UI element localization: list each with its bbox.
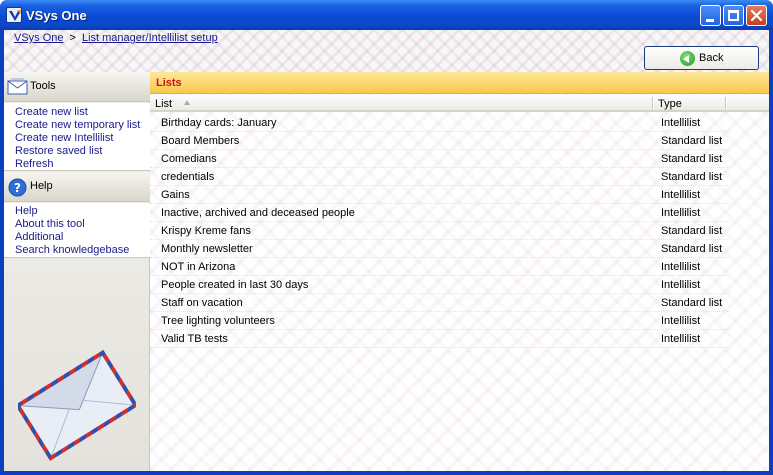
refresh-link[interactable]: Refresh xyxy=(4,158,150,171)
help-panel-header[interactable]: ? Help xyxy=(4,172,150,202)
list-type-cell: Standard list xyxy=(661,171,723,183)
table-row[interactable]: Birthday cards: January Intellilist xyxy=(150,114,730,132)
header-strip: VSys One > List manager/Intellilist setup … xyxy=(4,30,769,72)
list-name-cell: Gains xyxy=(161,189,190,201)
column-divider[interactable] xyxy=(725,97,727,109)
title-bar[interactable]: VSys One xyxy=(0,0,773,30)
breadcrumb-home-link[interactable]: VSys One xyxy=(14,32,64,44)
back-button[interactable]: Back xyxy=(644,46,759,70)
list-name-cell: Krispy Kreme fans xyxy=(161,225,251,237)
envelope-icon xyxy=(7,78,28,95)
column-header-type[interactable]: Type xyxy=(658,98,682,110)
lists-table: Birthday cards: January Intellilist Board … xyxy=(150,114,730,348)
list-name-cell: People created in last 30 days xyxy=(161,279,309,291)
search-knowledgebase-link[interactable]: Search knowledgebase xyxy=(4,244,150,257)
create-new-temporary-list-link[interactable]: Create new temporary list xyxy=(4,119,150,132)
window-title: VSys One xyxy=(26,8,87,23)
help-link[interactable]: Help xyxy=(4,205,150,218)
table-row[interactable]: NOT in Arizona Intellilist xyxy=(150,258,730,276)
lists-section-header: Lists xyxy=(150,72,769,94)
table-row[interactable]: Monthly newsletter Standard list xyxy=(150,240,730,258)
tools-panel-header[interactable]: Tools xyxy=(4,72,150,102)
create-new-list-link[interactable]: Create new list xyxy=(4,106,150,119)
list-type-cell: Intellilist xyxy=(661,207,701,219)
list-name-cell: credentials xyxy=(161,171,215,183)
table-row[interactable]: credentials Standard list xyxy=(150,168,730,186)
help-panel-title: Help xyxy=(30,180,53,192)
about-this-tool-link[interactable]: About this tool xyxy=(4,218,150,231)
list-name-cell: Valid TB tests xyxy=(161,333,228,345)
breadcrumb: VSys One > List manager/Intellilist setup xyxy=(14,32,218,44)
list-type-cell: Intellilist xyxy=(661,315,701,327)
close-icon[interactable] xyxy=(746,5,767,26)
sort-ascending-icon xyxy=(184,100,190,105)
list-name-cell: NOT in Arizona xyxy=(161,261,236,273)
lists-section-title: Lists xyxy=(156,77,182,89)
list-name-cell: Tree lighting volunteers xyxy=(161,315,275,327)
create-new-intellilist-link[interactable]: Create new Intellilist xyxy=(4,132,150,145)
help-panel: Help About this tool Additional Search k… xyxy=(4,203,150,258)
lists-column-header: List Type xyxy=(150,95,769,112)
table-row[interactable]: Tree lighting volunteers Intellilist xyxy=(150,312,730,330)
list-type-cell: Intellilist xyxy=(661,333,701,345)
back-arrow-icon xyxy=(680,51,695,66)
column-divider[interactable] xyxy=(652,97,654,109)
main-content: Lists List Type Birthday cards: January I… xyxy=(150,72,769,471)
app-logo-icon[interactable] xyxy=(6,7,22,23)
list-type-cell: Intellilist xyxy=(661,189,701,201)
list-name-cell: Birthday cards: January xyxy=(161,117,277,129)
tools-panel: Create new list Create new temporary lis… xyxy=(4,103,150,171)
table-row[interactable]: People created in last 30 days Intellilis… xyxy=(150,276,730,294)
list-type-cell: Standard list xyxy=(661,243,723,255)
table-row[interactable]: Krispy Kreme fans Standard list xyxy=(150,222,730,240)
table-row[interactable]: Board Members Standard list xyxy=(150,132,730,150)
list-name-cell: Inactive, archived and deceased people xyxy=(161,207,355,219)
table-row[interactable]: Valid TB tests Intellilist xyxy=(150,330,730,348)
list-name-cell: Staff on vacation xyxy=(161,297,243,309)
list-type-cell: Intellilist xyxy=(661,117,701,129)
list-type-cell: Standard list xyxy=(661,153,723,165)
list-name-cell: Board Members xyxy=(161,135,240,147)
sidebar: Tools Create new list Create new tempora… xyxy=(4,72,150,471)
list-name-cell: Comedians xyxy=(161,153,217,165)
maximize-icon[interactable] xyxy=(723,5,744,26)
restore-saved-list-link[interactable]: Restore saved list xyxy=(4,145,150,158)
tools-panel-title: Tools xyxy=(30,80,56,92)
list-name-cell: Monthly newsletter xyxy=(161,243,253,255)
list-type-cell: Intellilist xyxy=(661,261,701,273)
breadcrumb-current-link[interactable]: List manager/Intellilist setup xyxy=(82,32,218,44)
table-row[interactable]: Comedians Standard list xyxy=(150,150,730,168)
app-window: VSys One VSys One > List manager/Intellili… xyxy=(0,0,773,475)
help-icon: ? xyxy=(8,178,27,197)
list-type-cell: Standard list xyxy=(661,297,723,309)
column-header-list[interactable]: List xyxy=(155,98,172,110)
list-type-cell: Intellilist xyxy=(661,279,701,291)
back-button-label: Back xyxy=(699,52,724,64)
list-type-cell: Standard list xyxy=(661,225,723,237)
minimize-icon[interactable] xyxy=(700,5,721,26)
svg-text:?: ? xyxy=(14,181,21,195)
breadcrumb-separator: > xyxy=(69,32,76,44)
list-type-cell: Standard list xyxy=(661,135,723,147)
table-row[interactable]: Staff on vacation Standard list xyxy=(150,294,730,312)
table-row[interactable]: Inactive, archived and deceased people In… xyxy=(150,204,730,222)
envelope-illustration-icon xyxy=(18,349,136,461)
table-row[interactable]: Gains Intellilist xyxy=(150,186,730,204)
client-area: VSys One > List manager/Intellilist setup … xyxy=(4,30,769,471)
additional-link[interactable]: Additional xyxy=(4,231,150,244)
